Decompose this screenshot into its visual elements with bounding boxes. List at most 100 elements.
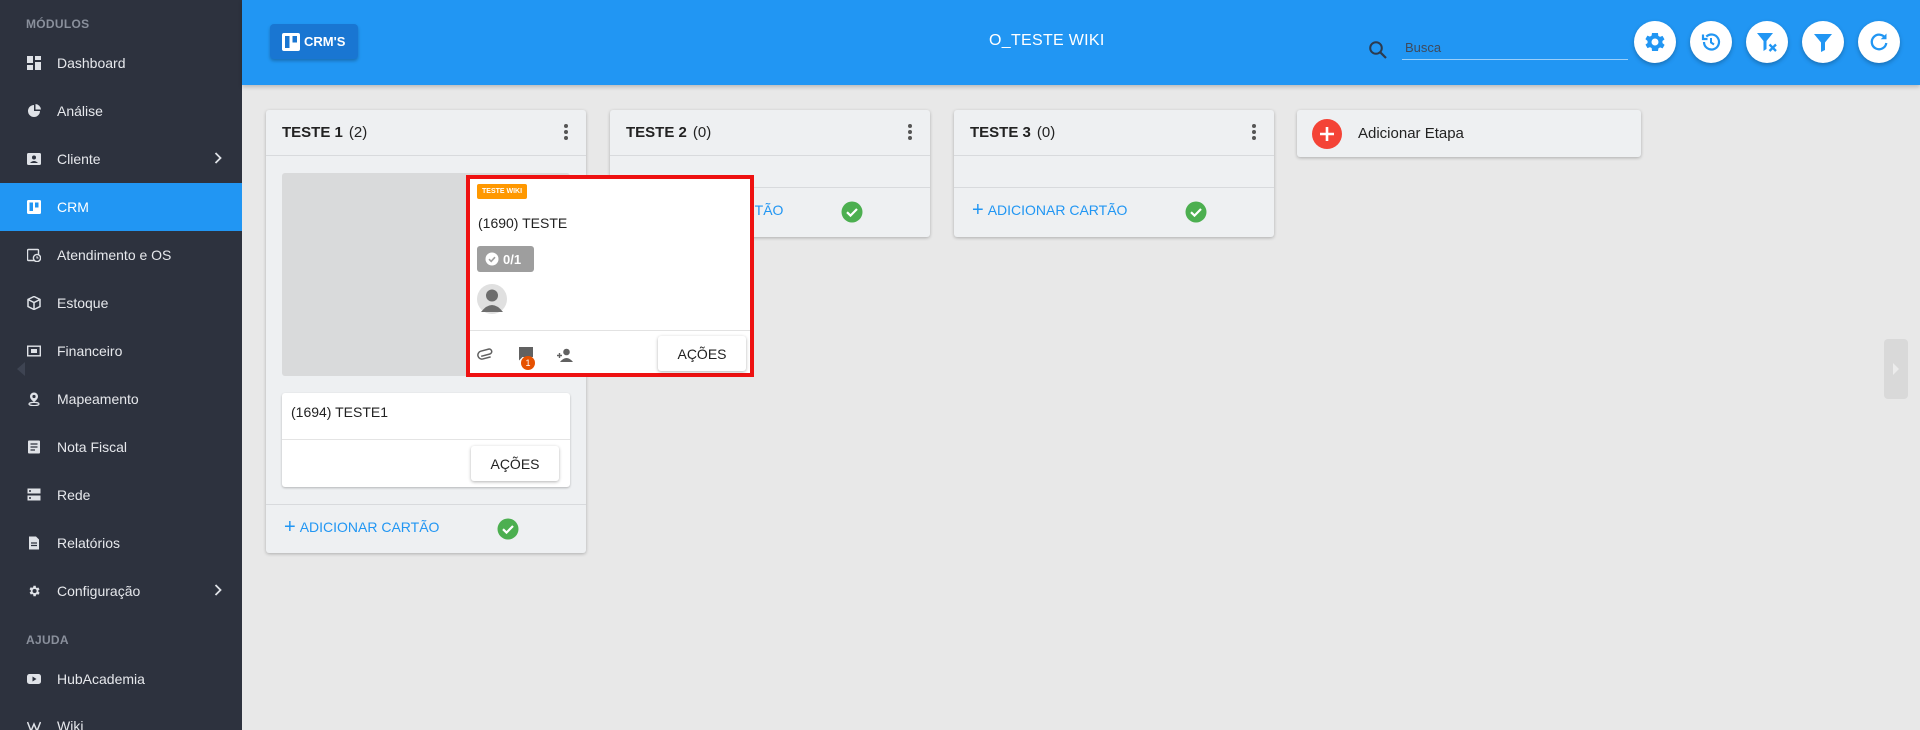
collapse-sidebar-icon[interactable]	[16, 361, 26, 377]
crms-button[interactable]: CRM'S	[270, 24, 358, 59]
sidebar-item-atendimento[interactable]: Atendimento e OS	[0, 231, 242, 279]
column-title: TESTE 2	[626, 124, 687, 141]
column-title: TESTE 3	[970, 124, 1031, 141]
page-title: O_TESTE WIKI	[989, 32, 1105, 49]
check-circle-icon[interactable]	[841, 201, 863, 223]
history-icon	[1701, 33, 1721, 51]
sidebar-item-cliente[interactable]: Cliente	[0, 135, 242, 183]
sidebar-item-label: Rede	[57, 487, 91, 503]
sidebar-item-label: CRM	[57, 199, 89, 215]
sidebar-item-hubacademia[interactable]: HubAcademia	[0, 655, 242, 703]
filter-button[interactable]	[1802, 21, 1844, 63]
check-circle-icon[interactable]	[1185, 201, 1207, 223]
sidebar-section-modulos: MÓDULOS	[26, 17, 90, 31]
app-header: CRM'S O_TESTE WIKI	[242, 0, 1920, 85]
youtube-icon	[24, 669, 44, 689]
column-count: (0)	[692, 124, 712, 141]
more-vert-icon[interactable]	[908, 123, 912, 141]
sidebar-item-rede[interactable]: Rede	[0, 471, 242, 519]
sidebar-item-label: Financeiro	[57, 343, 123, 359]
avatar[interactable]	[477, 284, 507, 314]
card-title: (1690) TESTE	[478, 215, 568, 231]
search-input[interactable]	[1402, 36, 1628, 60]
check-circle-icon[interactable]	[497, 518, 519, 540]
settings-icon	[1645, 33, 1665, 51]
money-icon	[24, 341, 44, 361]
sidebar-item-label: Análise	[57, 103, 103, 119]
sidebar-item-label: Relatórios	[57, 535, 121, 551]
add-card-button[interactable]: +ADICIONAR CARTÃO	[972, 199, 1128, 221]
column-count: (2)	[348, 124, 368, 141]
add-circle-icon	[1312, 118, 1342, 149]
sidebar-section-ajuda: AJUDA	[26, 633, 69, 647]
column-header: TESTE 3 (0)	[954, 110, 1274, 156]
sidebar-item-financeiro[interactable]: Financeiro	[0, 327, 242, 375]
chart-pie-icon	[24, 101, 44, 121]
check-circle-icon	[485, 252, 499, 266]
history-button[interactable]	[1690, 21, 1732, 63]
sidebar-item-relatorios[interactable]: Relatórios	[0, 519, 242, 567]
sidebar-item-label: Estoque	[57, 295, 109, 311]
map-pin-icon	[24, 389, 44, 409]
dragged-card[interactable]: TESTE WIKI (1690) TESTE 0/1 1 AÇÕES	[466, 175, 754, 377]
card-actions-button[interactable]: AÇÕES	[658, 336, 746, 371]
sidebar-item-estoque[interactable]: Estoque	[0, 279, 242, 327]
plus-icon: +	[284, 516, 296, 538]
column-header: TESTE 2 (0)	[610, 110, 930, 156]
kanban-card[interactable]: (1694) TESTE1 AÇÕES	[282, 393, 570, 487]
contact-card-icon	[24, 149, 44, 169]
filter-icon	[1814, 34, 1832, 52]
checklist-badge: 0/1	[477, 246, 534, 272]
crms-button-label: CRM'S	[304, 34, 346, 49]
more-vert-icon[interactable]	[1252, 123, 1256, 141]
card-actions-button[interactable]: AÇÕES	[471, 446, 559, 481]
sidebar-item-label: Dashboard	[57, 55, 126, 71]
checklist-count: 0/1	[503, 251, 522, 267]
document-icon	[24, 437, 44, 457]
add-card-label: ADICIONAR CARTÃO	[299, 519, 440, 535]
column-header: TESTE 1 (2)	[266, 110, 586, 156]
clear-filter-button[interactable]	[1746, 21, 1788, 63]
settings-button[interactable]	[1634, 21, 1676, 63]
scroll-right-handle[interactable]	[1884, 339, 1908, 399]
add-card-button[interactable]: +ADICIONAR CARTÃO	[284, 516, 440, 538]
server-icon	[24, 485, 44, 505]
gear-icon	[24, 581, 44, 601]
sidebar-item-crm[interactable]: CRM	[0, 183, 242, 231]
search-icon	[1368, 40, 1388, 60]
plus-icon: +	[972, 199, 984, 221]
add-stage-button[interactable]: Adicionar Etapa	[1297, 110, 1641, 157]
kanban-column: TESTE 3 (0) + ADICIONAR CARTÃO	[954, 110, 1274, 237]
dashboard-icon	[24, 53, 44, 73]
sidebar-item-wiki[interactable]: Wiki	[0, 702, 242, 730]
sidebar: MÓDULOS Dashboard Análise Cliente CRM At…	[0, 0, 242, 730]
more-vert-icon[interactable]	[564, 123, 568, 141]
sidebar-item-label: Atendimento e OS	[57, 247, 172, 263]
card-divider	[282, 439, 570, 440]
card-tag: TESTE WIKI	[477, 184, 528, 199]
add-stage-label: Adicionar Etapa	[1358, 125, 1464, 142]
sidebar-item-label: HubAcademia	[57, 671, 145, 687]
package-icon	[24, 293, 44, 313]
sidebar-item-dashboard[interactable]: Dashboard	[0, 39, 242, 87]
report-icon	[24, 533, 44, 553]
chevron-right-icon	[1893, 363, 1899, 375]
chevron-right-icon	[214, 152, 222, 164]
sidebar-item-label: Wiki	[57, 718, 84, 730]
sidebar-item-nota-fiscal[interactable]: Nota Fiscal	[0, 423, 242, 471]
sidebar-item-configuracao[interactable]: Configuração	[0, 567, 242, 615]
assign-user-icon[interactable]	[556, 346, 574, 364]
sidebar-item-label: Nota Fiscal	[57, 439, 128, 455]
column-title: TESTE 1	[282, 124, 343, 141]
refresh-button[interactable]	[1858, 21, 1900, 63]
column-footer: +ADICIONAR CARTÃO	[266, 504, 586, 552]
sidebar-item-analise[interactable]: Análise	[0, 87, 242, 135]
attachment-icon[interactable]	[477, 346, 495, 364]
sidebar-item-mapeamento[interactable]: Mapeamento	[0, 375, 242, 423]
column-empty-area	[954, 156, 1274, 188]
add-card-label: ADICIONAR CARTÃO	[987, 202, 1128, 218]
filter-clear-icon	[1757, 33, 1777, 52]
wikipedia-icon	[24, 716, 44, 730]
card-divider	[470, 330, 750, 331]
sidebar-item-label: Cliente	[57, 151, 101, 167]
